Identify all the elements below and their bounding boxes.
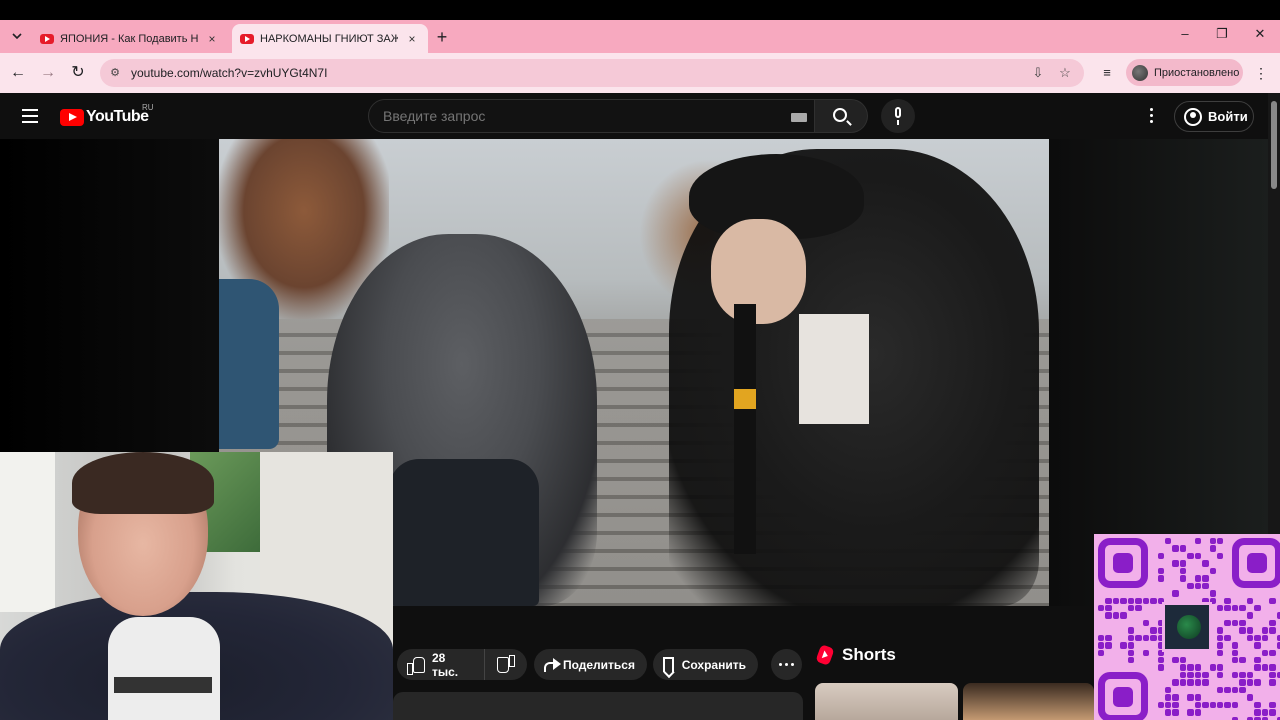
save-playlist-icon (663, 657, 674, 672)
logo-text: YouTube (86, 108, 149, 125)
tab-search-button[interactable] (6, 25, 28, 47)
save-button[interactable]: Сохранить (653, 649, 758, 680)
search-box[interactable] (368, 99, 815, 133)
like-dislike-group: 28 тыс. (397, 649, 527, 680)
youtube-header: YouTube RU Войти (0, 93, 1268, 139)
address-toolbar: ← → ↻ ⚙ youtube.com/watch?v=zvhUYGt4N7I … (0, 53, 1280, 93)
chevron-down-icon (12, 33, 22, 39)
avatar (1132, 64, 1148, 81)
media-control-icon[interactable]: ≡ (1097, 63, 1117, 83)
top-black-bar (0, 0, 1280, 20)
minimize-button[interactable]: – (1176, 26, 1194, 41)
share-label: Поделиться (562, 657, 635, 672)
sign-in-button[interactable]: Войти (1174, 101, 1254, 132)
browser-menu-icon[interactable]: ⋮ (1251, 63, 1271, 83)
like-count: 28 тыс. (431, 650, 459, 679)
sign-in-label: Войти (1208, 109, 1248, 124)
site-settings-icon[interactable]: ⚙ (108, 66, 122, 80)
back-button[interactable]: ← (8, 63, 28, 83)
tab-title: НАРКОМАНЫ ГНИЮТ ЗАЖИВО (260, 32, 398, 45)
install-icon[interactable]: ⇩ (1030, 65, 1046, 81)
more-actions-button[interactable] (771, 649, 802, 680)
close-window-button[interactable]: ✕ (1251, 26, 1269, 42)
tab-japan[interactable]: ЯПОНИЯ - Как Подавить Нац × (32, 24, 228, 53)
url-text[interactable]: youtube.com/watch?v=zvhUYGt4N7I (131, 66, 327, 80)
new-tab-button[interactable]: + (432, 28, 452, 48)
shorts-label: Shorts (842, 645, 896, 664)
tab-strip: ЯПОНИЯ - Как Подавить Нац × НАРКОМАНЫ ГН… (0, 20, 1280, 53)
qr-center-logo (1162, 602, 1212, 652)
account-icon (1184, 107, 1202, 126)
restore-button[interactable]: ❐ (1213, 26, 1231, 42)
guide-menu-icon[interactable] (22, 109, 38, 123)
short-thumbnail[interactable] (963, 683, 1094, 720)
backpack (389, 459, 539, 606)
tab-active-video[interactable]: НАРКОМАНЫ ГНИЮТ ЗАЖИВО × (232, 24, 428, 53)
dislike-button[interactable] (485, 649, 527, 680)
description-box[interactable] (393, 692, 803, 720)
bookmark-star-icon[interactable]: ☆ (1057, 65, 1073, 81)
microphone (734, 304, 756, 554)
tab-title: ЯПОНИЯ - Как Подавить Нац (60, 32, 198, 45)
scrollbar-thumb[interactable] (1271, 101, 1277, 189)
streamer-webcam (0, 452, 393, 720)
profile-button[interactable]: Приостановлено (1126, 59, 1243, 86)
thumbs-up-icon (407, 656, 425, 675)
share-icon (544, 657, 561, 672)
search-button[interactable] (815, 99, 868, 133)
tab-close-icon[interactable]: × (404, 32, 420, 46)
thumbs-down-icon (497, 657, 515, 673)
settings-menu-icon[interactable] (1148, 108, 1154, 124)
search-icon (833, 108, 847, 122)
youtube-play-icon (60, 108, 84, 126)
shorts-heading: Shorts (815, 644, 896, 666)
mic-icon (895, 107, 901, 118)
qr-code-image (1094, 534, 1280, 720)
share-button[interactable]: Поделиться (534, 649, 647, 680)
shorts-icon (815, 644, 835, 666)
profile-status: Приостановлено (1154, 66, 1240, 79)
short-thumbnail[interactable] (815, 683, 958, 720)
youtube-favicon-icon (240, 33, 254, 44)
like-button[interactable]: 28 тыс. (397, 649, 486, 680)
voice-search-button[interactable] (881, 99, 915, 133)
search-input[interactable] (383, 108, 763, 124)
save-label: Сохранить (681, 657, 746, 672)
youtube-favicon-icon (40, 33, 54, 44)
region-code: RU (142, 103, 154, 112)
youtube-logo[interactable]: YouTube RU (60, 103, 154, 126)
reload-button[interactable]: ↻ (68, 63, 88, 83)
forward-button[interactable]: → (38, 63, 58, 83)
tab-close-icon[interactable]: × (204, 32, 220, 46)
address-bar[interactable]: ⚙ youtube.com/watch?v=zvhUYGt4N7I ⇩ ☆ (100, 59, 1084, 87)
keyboard-icon[interactable] (791, 113, 807, 122)
